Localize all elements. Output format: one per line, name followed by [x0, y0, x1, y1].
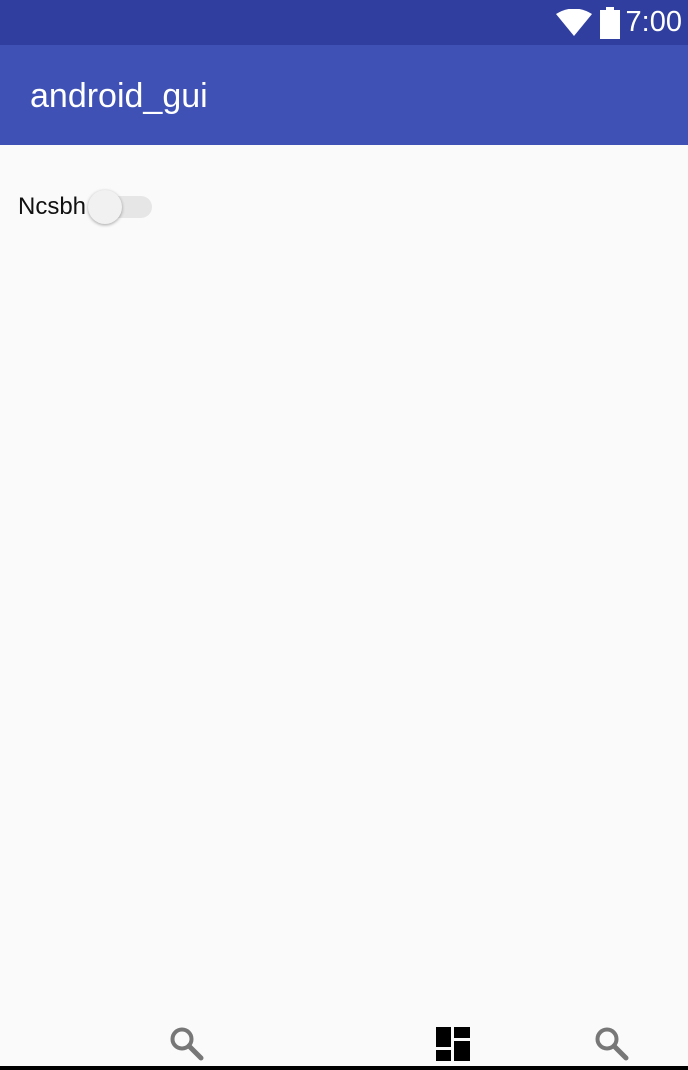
nav-search-button-1[interactable] [167, 1026, 207, 1066]
status-time: 7:00 [625, 6, 682, 38]
content-area: Ncsbh [0, 145, 688, 1035]
search-icon [594, 1026, 630, 1067]
screen-bottom-edge [0, 1066, 688, 1070]
wifi-icon [555, 8, 592, 37]
switch-label: Ncsbh [18, 193, 87, 220]
status-bar: 7:00 [0, 0, 688, 45]
dashboard-icon [436, 1026, 470, 1066]
app-bar: android_gui [0, 45, 688, 145]
toggle-switch[interactable] [88, 189, 153, 225]
app-title: android_gui [30, 76, 208, 115]
switch-row: Ncsbh [18, 189, 153, 225]
nav-dashboard-button[interactable] [433, 1026, 473, 1066]
battery-icon [599, 6, 620, 39]
nav-search-button-2[interactable] [592, 1026, 632, 1066]
bottom-nav [0, 1018, 688, 1066]
search-icon [169, 1026, 205, 1067]
switch-thumb[interactable] [88, 190, 123, 224]
screen: 7:00 android_gui Ncsbh [0, 0, 688, 1070]
